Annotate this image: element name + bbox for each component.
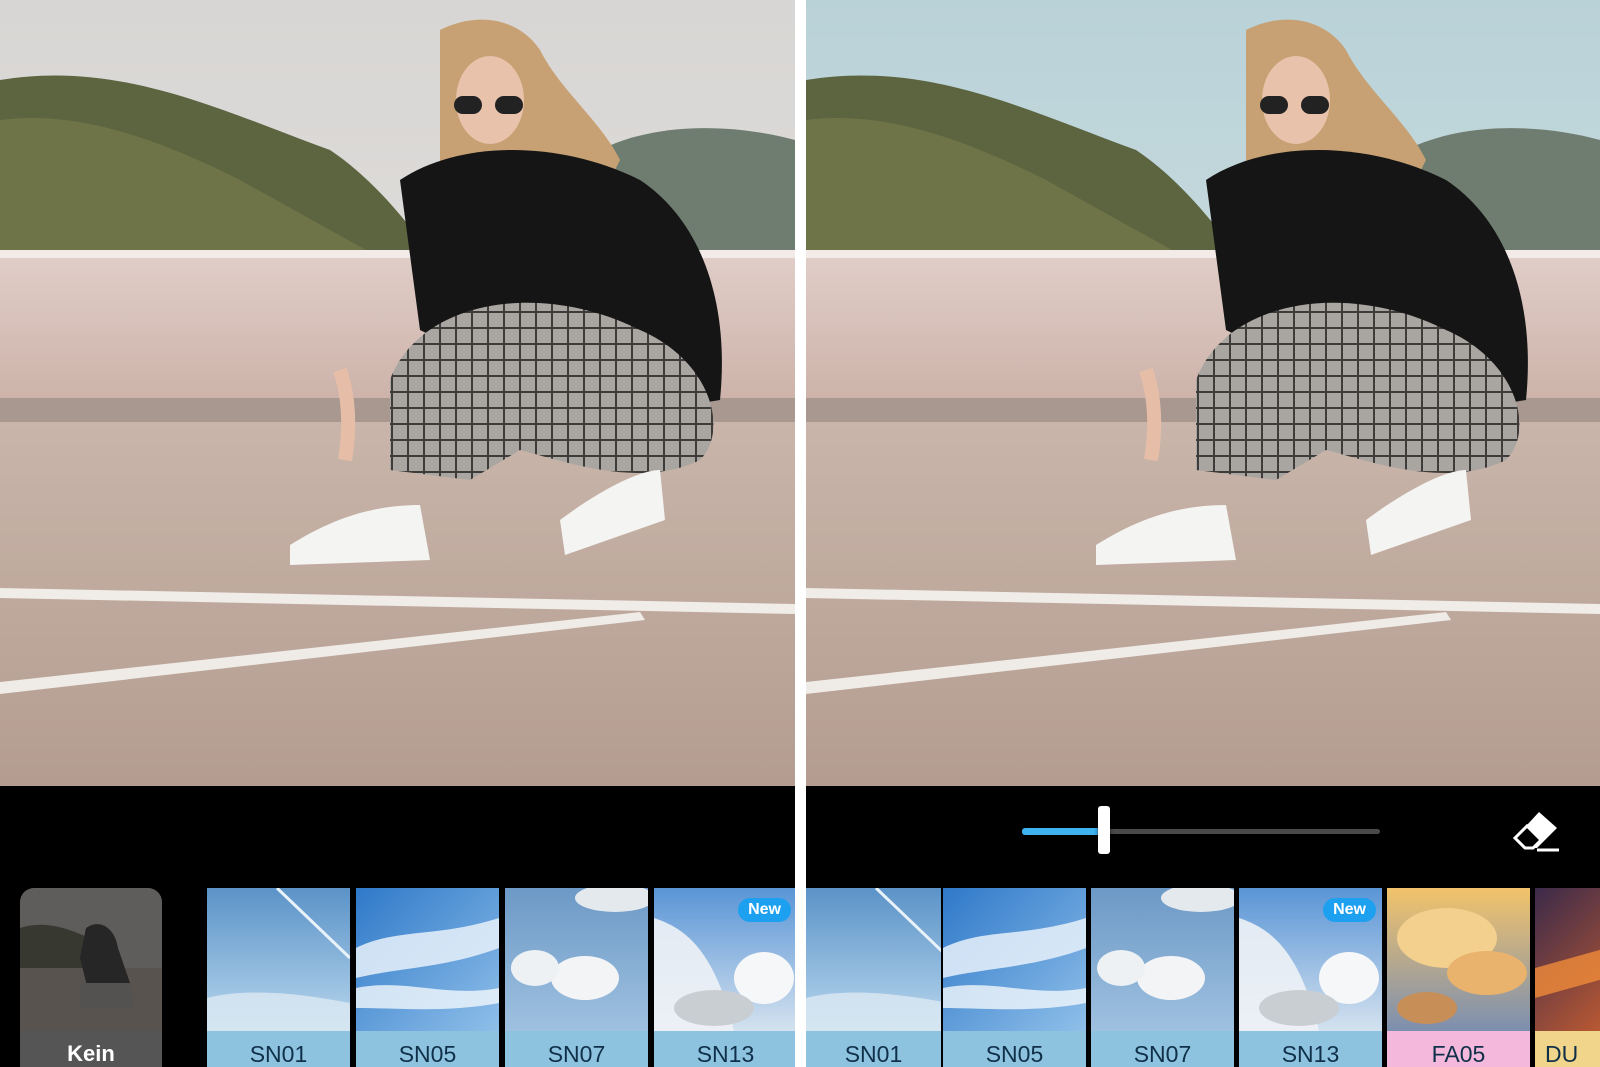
- filter-none-thumbnail[interactable]: Kein: [20, 888, 162, 1067]
- filter-label: SN07: [505, 1031, 648, 1067]
- filter-label: DU: [1535, 1031, 1600, 1067]
- sky-preview: [356, 888, 499, 1031]
- filter-thumbnail-sn13[interactable]: New SN13: [654, 888, 795, 1067]
- filter-label: SN07: [1091, 1031, 1234, 1067]
- sky-preview: [943, 888, 1086, 1031]
- filter-label: SN01: [207, 1031, 350, 1067]
- filter-label: FA05: [1387, 1031, 1530, 1067]
- filter-thumbnail-sn13[interactable]: New SN13: [1239, 888, 1382, 1067]
- filter-strip: Kein SN01 SN05 SN07 New SN13: [0, 888, 795, 1067]
- sky-preview: [1091, 888, 1234, 1031]
- filter-label: SN01: [806, 1031, 941, 1067]
- filter-thumbnail-sn01[interactable]: SN01: [207, 888, 350, 1067]
- filter-label: SN13: [1239, 1031, 1382, 1067]
- slider-fill: [1022, 828, 1105, 835]
- filter-thumbnail-sn05[interactable]: SN05: [356, 888, 499, 1067]
- filter-thumbnail-sn07[interactable]: SN07: [1091, 888, 1234, 1067]
- dusk-preview: [1535, 888, 1600, 1031]
- photo-canvas: [806, 0, 1600, 786]
- new-badge: New: [738, 898, 791, 922]
- filter-intensity-slider[interactable]: [1022, 806, 1380, 854]
- slider-handle[interactable]: [1098, 806, 1111, 854]
- filter-label: Kein: [20, 1031, 162, 1067]
- photo-preview-original: [0, 0, 795, 786]
- photo-preview-edited: [806, 0, 1600, 786]
- sunset-preview: [1387, 888, 1530, 1031]
- filter-label: SN05: [943, 1031, 1086, 1067]
- filter-thumbnail-fa05[interactable]: FA05: [1387, 888, 1530, 1067]
- photo-canvas: [0, 0, 795, 786]
- sky-preview: [505, 888, 648, 1031]
- sky-preview: [806, 888, 941, 1031]
- sky-preview: [207, 888, 350, 1031]
- filter-strip: SN01 SN05 SN07 New SN13 FA05 DU: [806, 888, 1600, 1067]
- right-panel-edited: SN01 SN05 SN07 New SN13 FA05 DU: [806, 0, 1600, 1067]
- comparison-divider: [795, 0, 806, 1067]
- filter-thumbnail-sn05[interactable]: SN05: [943, 888, 1086, 1067]
- filter-label: SN13: [654, 1031, 795, 1067]
- filter-thumbnail-sn01[interactable]: SN01: [806, 888, 941, 1067]
- new-badge: New: [1323, 898, 1376, 922]
- eraser-icon[interactable]: [1511, 808, 1561, 854]
- filter-thumbnail-sn07[interactable]: SN07: [505, 888, 648, 1067]
- filter-thumbnail-du[interactable]: DU: [1535, 888, 1600, 1067]
- filter-none-preview: [20, 888, 162, 1031]
- filter-label: SN05: [356, 1031, 499, 1067]
- left-panel-original: Kein SN01 SN05 SN07 New SN13: [0, 0, 795, 1067]
